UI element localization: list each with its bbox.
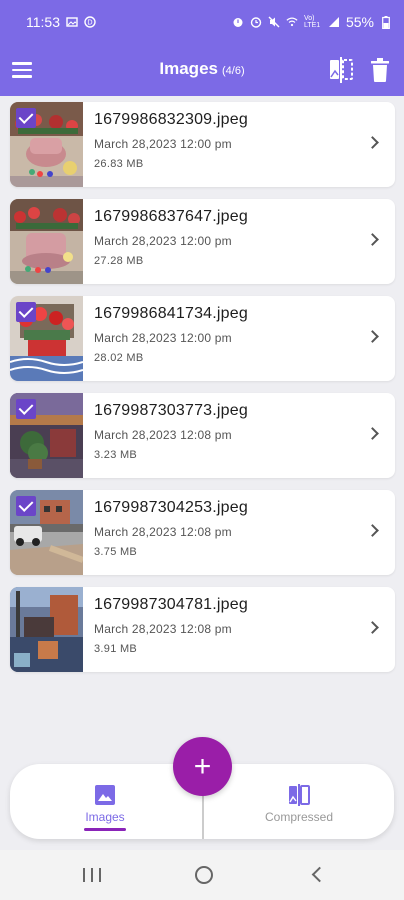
- file-name: 1679986837647.jpeg: [94, 208, 248, 225]
- file-list: 1679986832309.jpeg March 28,2023 12:00 p…: [10, 102, 395, 684]
- data-saver-icon: D: [84, 16, 96, 28]
- file-name: 1679987303773.jpeg: [94, 402, 248, 419]
- system-nav-bar: [0, 850, 404, 900]
- selected-checkbox[interactable]: [16, 302, 36, 322]
- plus-icon: +: [193, 749, 212, 783]
- tab-images-label: Images: [85, 810, 125, 824]
- menu-icon[interactable]: [12, 58, 36, 82]
- page-title-text: Images: [159, 59, 218, 78]
- list-item[interactable]: 1679986837647.jpeg March 28,2023 12:00 p…: [10, 199, 395, 284]
- file-size: 28.02 MB: [94, 352, 144, 364]
- file-date: March 28,2023 12:08 pm: [94, 525, 232, 539]
- file-name: 1679987304253.jpeg: [94, 499, 248, 516]
- list-item[interactable]: 1679987304253.jpeg March 28,2023 12:08 p…: [10, 490, 395, 575]
- file-size: 26.83 MB: [94, 158, 144, 170]
- tab-compressed-label: Compressed: [264, 810, 334, 824]
- thumbnail: [10, 102, 83, 187]
- network-label: Vo) LTE1: [303, 15, 321, 29]
- selected-checkbox[interactable]: [16, 108, 36, 128]
- home-icon[interactable]: [195, 866, 213, 884]
- file-name: 1679986841734.jpeg: [94, 305, 248, 322]
- active-tab-indicator: [84, 828, 126, 831]
- thumbnail: [10, 393, 83, 478]
- list-item[interactable]: 1679986832309.jpeg March 28,2023 12:00 p…: [10, 102, 395, 187]
- file-date: March 28,2023 12:08 pm: [94, 428, 232, 442]
- tab-images[interactable]: Images: [30, 764, 180, 839]
- selected-checkbox[interactable]: [16, 399, 36, 419]
- svg-text:D: D: [87, 19, 92, 27]
- clock-icon: [250, 16, 262, 28]
- gallery-notification-icon: [66, 16, 78, 28]
- status-time: 11:53: [26, 14, 60, 30]
- file-name: 1679986832309.jpeg: [94, 111, 248, 128]
- wifi-icon: [286, 16, 298, 28]
- file-date: March 28,2023 12:08 pm: [94, 622, 232, 636]
- file-size: 3.23 MB: [94, 449, 138, 461]
- file-size: 27.28 MB: [94, 255, 144, 267]
- add-button[interactable]: +: [173, 737, 232, 796]
- file-date: March 28,2023 12:00 pm: [94, 137, 232, 151]
- compare-icon[interactable]: [328, 56, 354, 84]
- thumbnail: [10, 296, 83, 381]
- tab-compressed[interactable]: Compressed: [224, 764, 374, 839]
- list-item[interactable]: 1679986841734.jpeg March 28,2023 12:00 p…: [10, 296, 395, 381]
- battery-icon: [380, 15, 392, 29]
- mute-icon: [268, 16, 280, 28]
- compress-icon: [288, 784, 310, 806]
- list-item[interactable]: 1679987303773.jpeg March 28,2023 12:08 p…: [10, 393, 395, 478]
- thumbnail: [10, 199, 83, 284]
- status-bar: 11:53 D Vo) LTE1 55%: [0, 0, 404, 44]
- file-date: March 28,2023 12:00 pm: [94, 331, 232, 345]
- image-icon: [94, 784, 116, 806]
- alarm-icon: [232, 16, 244, 28]
- battery-percent: 55%: [345, 14, 374, 30]
- thumbnail: [10, 587, 83, 672]
- back-icon[interactable]: [311, 866, 328, 883]
- trash-icon[interactable]: [368, 56, 392, 84]
- thumbnail: [10, 490, 83, 575]
- app-bar: Images (4/6): [0, 44, 404, 96]
- file-name: 1679987304781.jpeg: [94, 596, 248, 613]
- selected-checkbox[interactable]: [16, 496, 36, 516]
- signal-icon: [328, 16, 340, 28]
- file-size: 3.75 MB: [94, 546, 138, 558]
- file-size: 3.91 MB: [94, 643, 138, 655]
- recent-apps-icon[interactable]: [83, 868, 101, 882]
- selection-count: (4/6): [221, 65, 245, 77]
- list-item[interactable]: 1679987304781.jpeg March 28,2023 12:08 p…: [10, 587, 395, 672]
- file-date: March 28,2023 12:00 pm: [94, 234, 232, 248]
